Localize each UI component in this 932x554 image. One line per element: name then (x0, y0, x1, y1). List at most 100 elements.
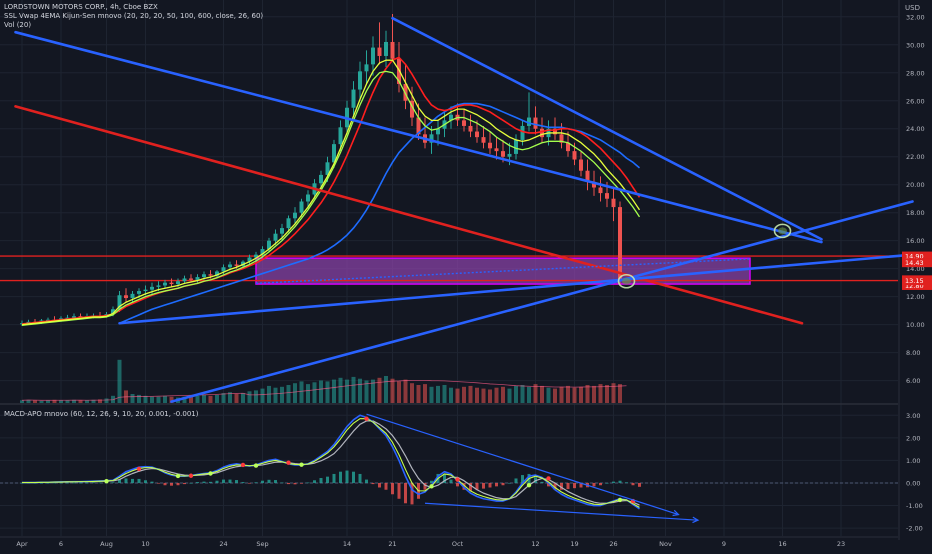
macd-histogram-bar (592, 482, 596, 487)
macd-histogram-bar (222, 479, 225, 483)
macd-crossover-dot (240, 462, 246, 468)
volume-bar (520, 385, 525, 403)
price-tick-label: 32.00 (906, 13, 925, 21)
volume-bar (312, 382, 317, 403)
volume-bar (195, 395, 200, 403)
candle-body (533, 117, 538, 129)
macd-histogram-bar (196, 482, 199, 483)
macd-histogram-bar (163, 482, 167, 486)
price-tick-label: 22.00 (906, 153, 925, 161)
macd-histogram-bar (384, 482, 388, 490)
macd-histogram-bar (137, 478, 141, 483)
time-tick-label: 10 (141, 540, 149, 548)
macd-histogram-bar (274, 480, 277, 483)
candle-body (364, 64, 369, 72)
volume-bar (423, 384, 427, 403)
macd-crossover-dot (429, 484, 434, 489)
candle-body (137, 291, 141, 294)
volume-bar (299, 381, 304, 403)
volume-bar (332, 379, 336, 403)
time-tick-label: Sep (256, 540, 268, 548)
volume-bar (319, 380, 323, 403)
volume-bar (351, 376, 356, 403)
price-tick-label: 24.00 (906, 125, 925, 133)
time-tick-label: Oct (452, 540, 464, 548)
time-tick-label: 6 (59, 540, 63, 548)
macd-indicator-label[interactable]: MACD-APO mnovo (60, 12, 26, 9, 10, 20, 0… (4, 410, 199, 419)
macd-histogram-bar (228, 479, 232, 483)
volume-bar (20, 400, 24, 403)
macd-histogram-bar (189, 482, 193, 484)
candle-body (501, 151, 505, 157)
macd-histogram-bar (612, 481, 615, 483)
volume-bar (150, 396, 154, 403)
volume-bar (345, 379, 349, 403)
macd-histogram-bar (215, 480, 219, 483)
candle-body (150, 286, 154, 290)
volume-bar (403, 379, 408, 403)
macd-histogram-bar (358, 473, 362, 483)
candle-body (572, 151, 577, 160)
volume-bar (455, 388, 460, 403)
candle-body (221, 267, 226, 272)
volume-bar (397, 381, 401, 403)
macd-histogram-bar (176, 482, 180, 486)
candle-body (143, 289, 148, 292)
candle-body (338, 127, 343, 145)
macd-histogram-bar (449, 479, 453, 483)
volume-bar (449, 387, 453, 403)
time-tick-label: 14 (343, 540, 351, 548)
macd-crossover-dot (455, 477, 460, 482)
candle-body (468, 125, 473, 132)
volume-bar (202, 394, 206, 403)
candle-body (371, 47, 375, 65)
macd-histogram-bar (599, 482, 602, 486)
legend-main: LORDSTOWN MOTORS CORP., 4h, Cboe BZX SSL… (4, 3, 263, 30)
macd-crossover-dot (546, 476, 551, 481)
symbol-title[interactable]: LORDSTOWN MOTORS CORP., 4h, Cboe BZX (4, 3, 263, 12)
volume-bar (494, 387, 499, 403)
macd-histogram-bar (339, 471, 342, 483)
macd-histogram-bar (566, 482, 570, 490)
candle-body (514, 139, 518, 154)
volume-bar (247, 391, 252, 403)
macd-crossover-dot (286, 460, 291, 465)
candle-body (306, 194, 310, 202)
candle-body (169, 282, 174, 285)
trading-chart[interactable]: 32.00 30.00 28.00 26.00 24.00 22.00 20.00 18.00… (0, 0, 932, 550)
price-label-text: 13.15 (905, 277, 924, 285)
volume-bar (592, 385, 596, 403)
volume-indicator-label[interactable]: Vol (20) (4, 21, 263, 30)
volume-bar (163, 395, 167, 403)
time-tick-label: 19 (570, 540, 578, 548)
volume-bar (306, 384, 310, 403)
macd-tick-label: 0.00 (906, 479, 920, 487)
price-tick-label: 20.00 (906, 181, 925, 189)
ssl-indicator-label[interactable]: SSL Vwap 4EMA Kijun-Sen mnovo (20, 20, 2… (4, 12, 263, 21)
candle-body (176, 281, 180, 285)
candle-body (494, 148, 499, 152)
macd-tick-label: -1.00 (906, 502, 923, 510)
candle-body (611, 198, 616, 208)
volume-bar (540, 385, 544, 403)
time-tick-label: Apr (16, 540, 28, 548)
volume-bar (156, 396, 161, 403)
macd-histogram-bar (501, 482, 505, 486)
volume-bar (85, 400, 89, 403)
time-tick-label: 21 (388, 540, 396, 548)
chart-canvas[interactable]: 32.00 30.00 28.00 26.00 24.00 22.00 20.00 18.00… (0, 0, 932, 550)
candle-body (507, 153, 512, 157)
candle-body (299, 201, 304, 213)
macd-histogram-bar (183, 482, 186, 485)
candle-body (598, 187, 603, 194)
volume-bar (468, 385, 473, 403)
macd-histogram-bar (378, 482, 381, 488)
macd-histogram-bar (157, 482, 160, 484)
macd-histogram-bar (371, 482, 375, 485)
volume-bar (286, 385, 291, 403)
volume-bar (481, 388, 486, 403)
candle-body (488, 142, 492, 149)
macd-histogram-bar (631, 482, 635, 486)
macd-crossover-dot (526, 483, 532, 488)
macd-crossover-dot (253, 463, 259, 468)
